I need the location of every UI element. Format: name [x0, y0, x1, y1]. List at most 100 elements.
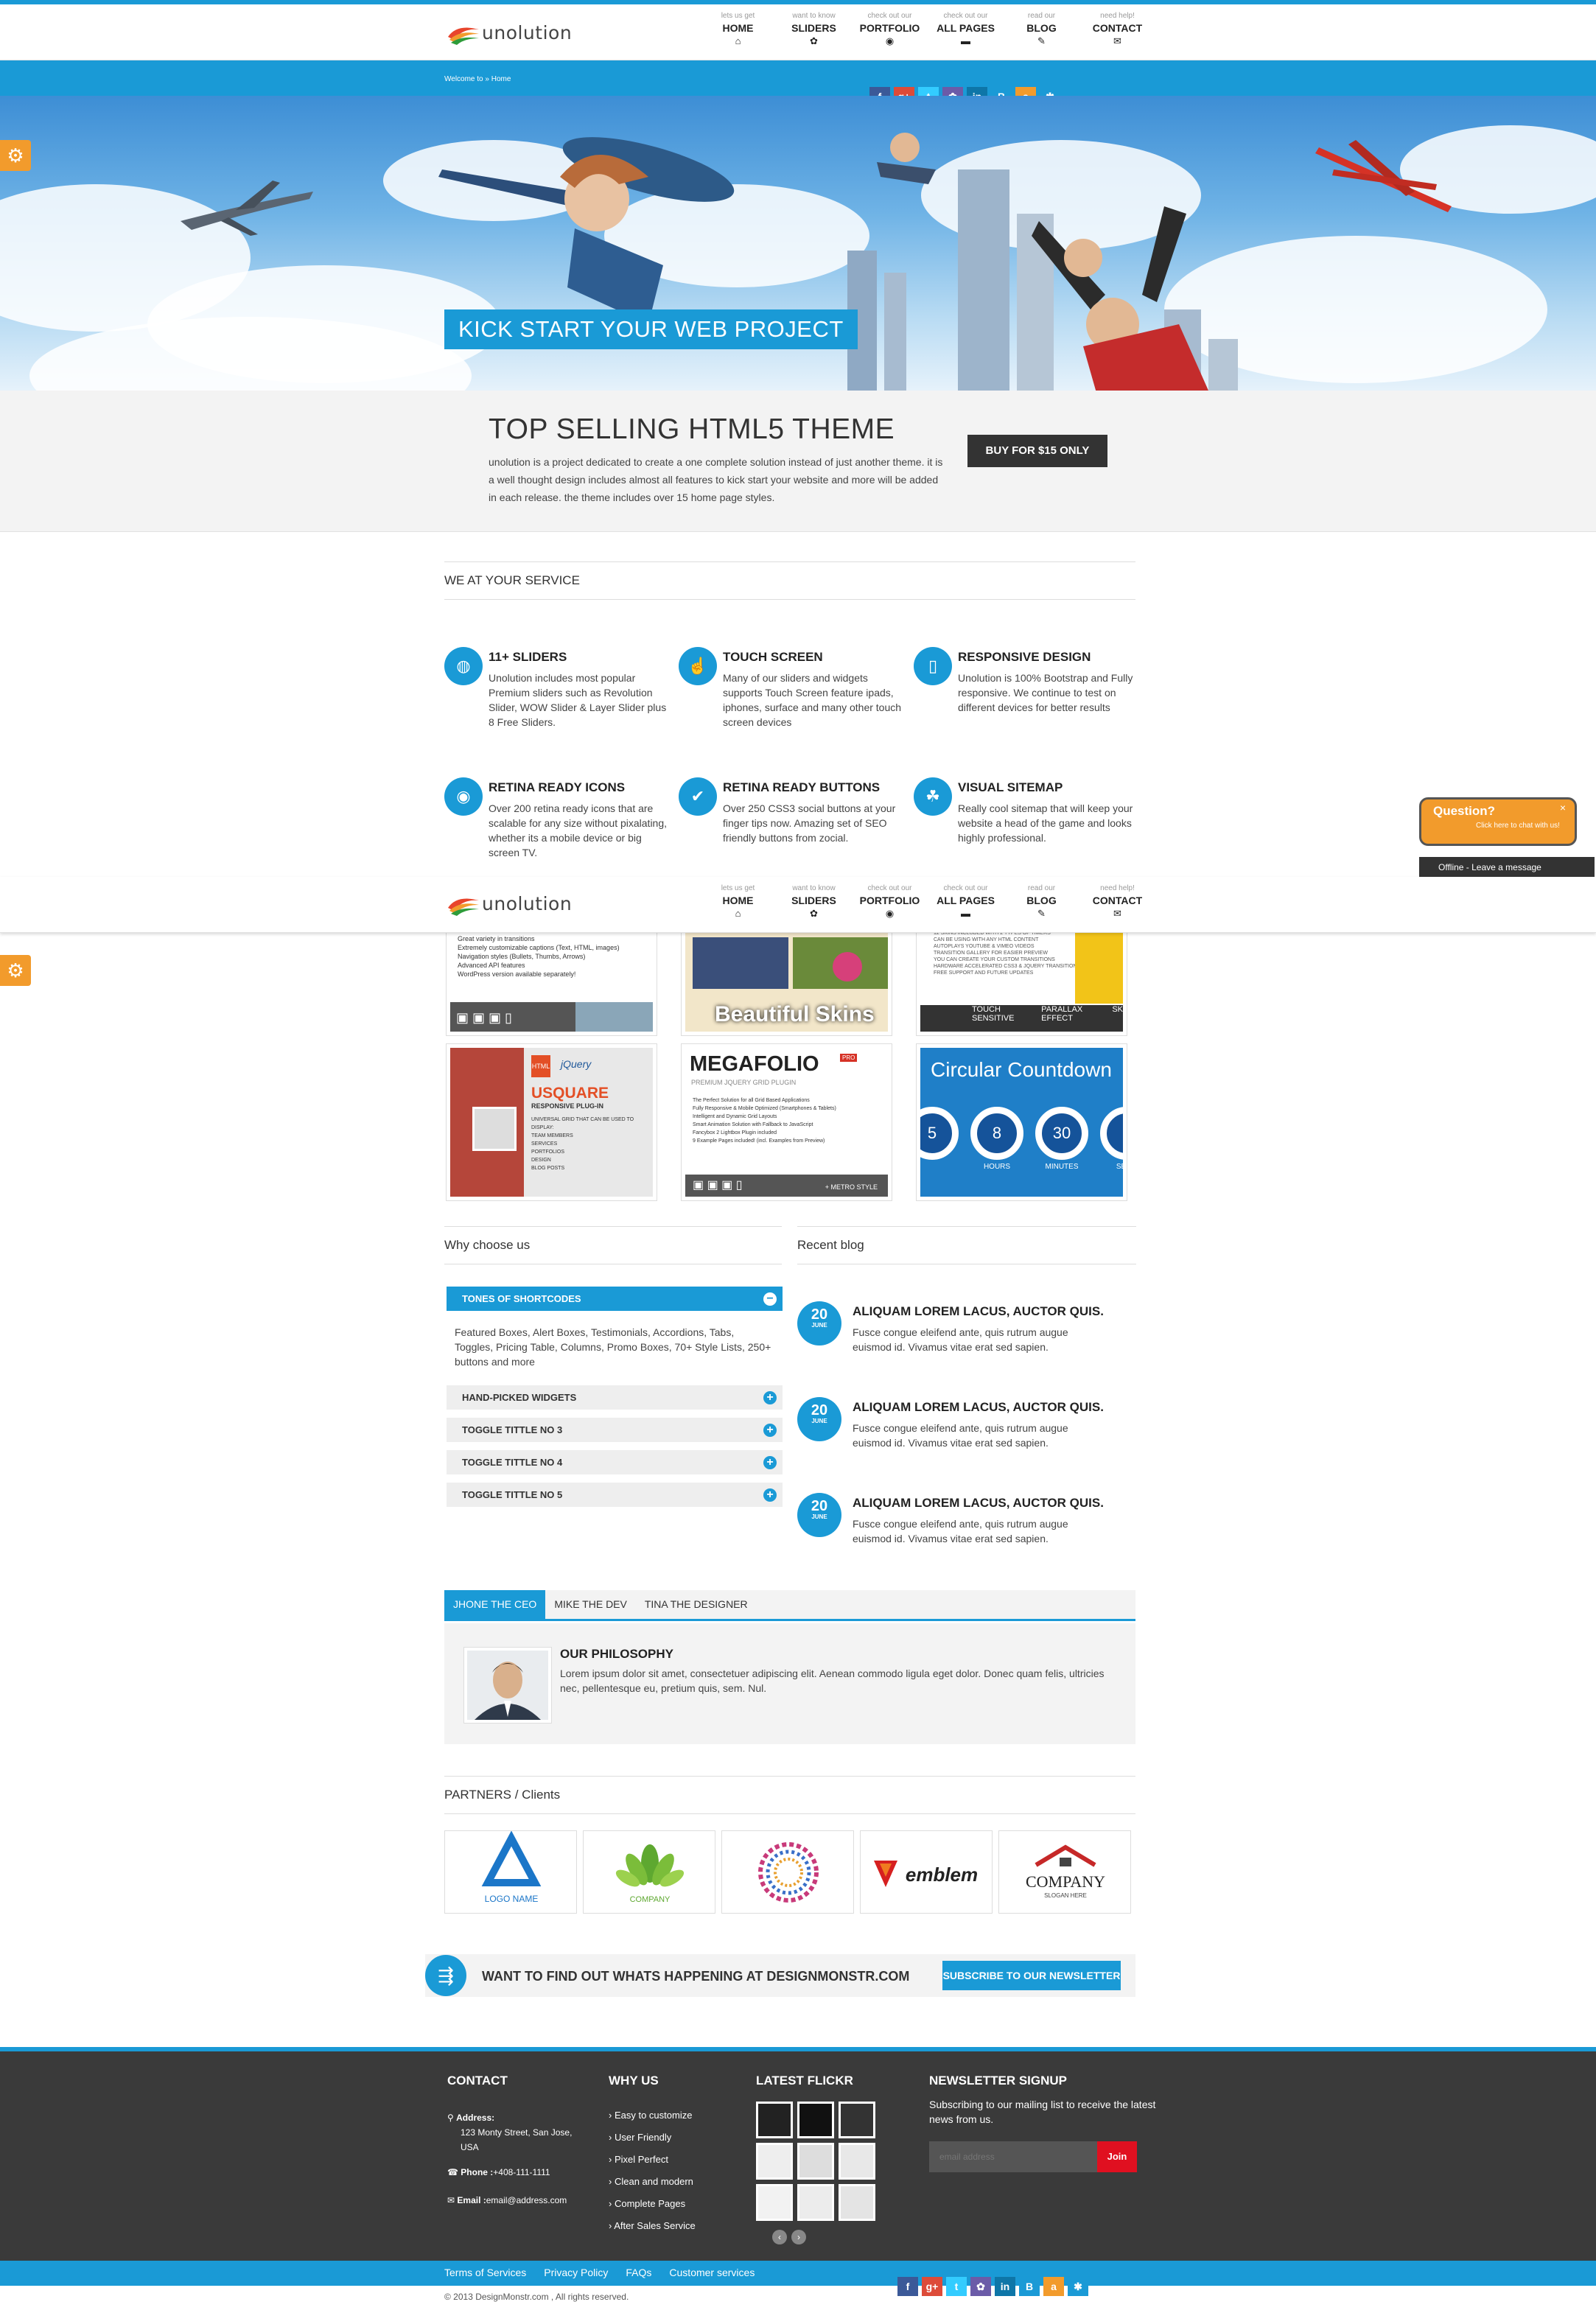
settings-icon[interactable]: ✱ [1068, 2277, 1088, 2296]
footer-link[interactable]: › User Friendly [609, 2127, 696, 2149]
partner-logo[interactable]: COMPANY SLOGAN HERE [998, 1830, 1131, 1914]
accordion-title: TONES OF SHORTCODES [462, 1293, 581, 1304]
email-field[interactable] [929, 2141, 1097, 2172]
flickr-thumb[interactable] [797, 2102, 834, 2138]
nav-item-blog[interactable]: read our BLOG ✎ [1004, 884, 1079, 921]
flickr-thumb[interactable] [756, 2102, 793, 2138]
facebook-icon[interactable]: f [897, 2277, 918, 2296]
breadcrumb: Welcome to » Home [444, 75, 511, 83]
portfolio-item[interactable]: Beautiful Skins [681, 933, 892, 1036]
portfolio-text-line: Extremely customizable captions (Text, H… [458, 944, 620, 951]
style-switcher-gear-icon[interactable]: ⚙ [0, 955, 31, 986]
site-logo[interactable]: unolution [447, 21, 572, 47]
accordion-toggle[interactable]: HAND-PICKED WIDGETS + [447, 1385, 783, 1410]
share-icon: ⇶ [425, 1955, 466, 1996]
twitter-icon[interactable]: t [946, 2277, 967, 2296]
nav-item-home[interactable]: lets us get HOME ⌂ [700, 12, 776, 49]
accordion-title: TOGGLE TITTLE NO 3 [462, 1424, 563, 1435]
nav-item-all-pages[interactable]: check out our ALL PAGES ▬ [928, 884, 1004, 921]
portfolio-item[interactable]: MEGAFOLIO PRO PREMIUM JQUERY GRID PLUGIN… [681, 1043, 892, 1201]
flickr-thumb[interactable] [797, 2143, 834, 2180]
bottom-link[interactable]: Customer services [669, 2267, 755, 2278]
service-title: VISUAL SITEMAP [958, 780, 1063, 794]
google-plus-icon[interactable]: g+ [922, 2277, 942, 2296]
bottom-bar: Terms of Services Privacy Policy FAQs Custo… [0, 2261, 1596, 2296]
footer-link[interactable]: › Easy to customize [609, 2104, 696, 2127]
blogger-icon[interactable]: B [1019, 2277, 1040, 2296]
footer-link[interactable]: › Clean and modern [609, 2171, 696, 2193]
svg-text:emblem: emblem [906, 1864, 978, 1886]
nav-subtitle: lets us get [721, 884, 755, 892]
flickr-thumb[interactable] [756, 2143, 793, 2180]
footer-link[interactable]: › Complete Pages [609, 2193, 696, 2215]
accordion-toggle[interactable]: TOGGLE TITTLE NO 5 + [447, 1483, 783, 1507]
nav-item-sliders[interactable]: want to know SLIDERS ✿ [776, 12, 852, 49]
subscribe-button[interactable]: SUBSCRIBE TO OUR NEWSLETTER [942, 1961, 1121, 1990]
flickr-thumb[interactable] [756, 2184, 793, 2221]
flickr-thumb[interactable] [839, 2184, 875, 2221]
accordion-toggle[interactable]: TOGGLE TITTLE NO 3 + [447, 1418, 783, 1442]
flickr-icon[interactable]: ✿ [970, 2277, 991, 2296]
linkedin-icon[interactable]: in [995, 2277, 1015, 2296]
nav-item-blog[interactable]: read our BLOG ✎ [1004, 12, 1079, 49]
tab-mike-the-dev[interactable]: MIKE THE DEV [545, 1590, 636, 1619]
nav-item-contact[interactable]: need help! CONTACT ✉ [1079, 12, 1155, 49]
nav-icon: ✎ [1037, 35, 1046, 46]
chat-widget[interactable]: Question? Click here to chat with us! × [1419, 797, 1577, 846]
buy-button[interactable]: BUY FOR $15 ONLY [967, 435, 1107, 467]
accordion-open[interactable]: TONES OF SHORTCODES − [447, 1287, 783, 1311]
portfolio-item[interactable]: 12 SKINS INCLUDED WITH 2 TYPES OF TIMERS… [916, 933, 1127, 1036]
portfolio-item[interactable]: Circular Countdown 58HOURS30MINUTES1SECO [916, 1043, 1127, 1201]
nav-item-sliders[interactable]: want to know SLIDERS ✿ [776, 884, 852, 921]
nav-item-portfolio[interactable]: check out our PORTFOLIO ◉ [852, 12, 928, 49]
nav-item-all-pages[interactable]: check out our ALL PAGES ▬ [928, 12, 1004, 49]
portfolio-row-2: HTML 5 jQuery USQUARE RESPONSIVE PLUG-IN… [446, 1043, 1137, 1207]
bullet-icon: › [609, 2198, 615, 2209]
footer-link[interactable]: › Pixel Perfect [609, 2149, 696, 2171]
team-text: Lorem ipsum dolor sit amet, consectetuer… [560, 1668, 1105, 1694]
portfolio-text-line: Advanced API features [458, 962, 525, 969]
bottom-link[interactable]: Privacy Policy [544, 2267, 608, 2278]
blog-post[interactable]: 20 JUNE ALIQUAM LOREM LACUS, AUCTOR QUIS. F… [797, 1397, 1136, 1478]
footer-link[interactable]: › After Sales Service [609, 2215, 696, 2237]
blog-post[interactable]: 20 JUNE ALIQUAM LOREM LACUS, AUCTOR QUIS. F… [797, 1301, 1136, 1382]
partner-logo[interactable]: COMPANY [583, 1830, 715, 1914]
device-icons: ▣ ▣ ▣ ▯ [456, 1010, 512, 1025]
newsletter-text: WANT TO FIND OUT WHATS HAPPENING AT DESI… [482, 1969, 910, 1984]
partner-logo[interactable] [721, 1830, 854, 1914]
flickr-thumb[interactable] [797, 2184, 834, 2221]
bottom-link[interactable]: Terms of Services [444, 2267, 526, 2278]
service-text: Unolution is 100% Bootstrap and Fully re… [958, 672, 1133, 713]
partner-logo[interactable]: emblem [860, 1830, 993, 1914]
flickr-thumb[interactable] [839, 2143, 875, 2180]
svg-text:LOGO NAME: LOGO NAME [485, 1894, 539, 1904]
close-icon[interactable]: × [1560, 802, 1566, 813]
prev-icon[interactable]: ‹ [772, 2230, 787, 2244]
amazon-icon[interactable]: a [1043, 2277, 1064, 2296]
nav-item-contact[interactable]: need help! CONTACT ✉ [1079, 884, 1155, 921]
tab-jhone-the-ceo[interactable]: JHONE THE CEO [444, 1590, 546, 1619]
nav-item-home[interactable]: lets us get HOME ⌂ [700, 884, 776, 921]
footer-contact-heading: CONTACT [447, 2074, 508, 2088]
flickr-thumb[interactable] [839, 2102, 875, 2138]
portfolio-item[interactable]: Great variety in transitions Extremely cu… [446, 933, 657, 1036]
tab-tina-the-designer[interactable]: TINA THE DESIGNER [636, 1590, 757, 1619]
service-item: ▯ RESPONSIVE DESIGN Unolution is 100% Boot… [914, 647, 1148, 772]
nav-label: HOME [722, 895, 754, 906]
site-logo[interactable]: unolution [447, 892, 572, 918]
next-icon[interactable]: › [791, 2230, 806, 2244]
accordion-toggle[interactable]: TOGGLE TITTLE NO 4 + [447, 1450, 783, 1474]
portfolio-text-line: SERVICES [531, 1141, 558, 1147]
nav-item-portfolio[interactable]: check out our PORTFOLIO ◉ [852, 884, 928, 921]
bottom-link[interactable]: FAQs [626, 2267, 651, 2278]
portfolio-text-line: Intelligent and Dynamic Grid Layouts [693, 1114, 777, 1119]
blog-post[interactable]: 20 JUNE ALIQUAM LOREM LACUS, AUCTOR QUIS. F… [797, 1493, 1136, 1574]
portfolio-item[interactable]: HTML 5 jQuery USQUARE RESPONSIVE PLUG-IN… [446, 1043, 657, 1201]
nav-icon: ◉ [885, 908, 895, 919]
partner-logo[interactable]: LOGO NAME [444, 1830, 577, 1914]
hero-caption: KICK START YOUR WEB PROJECT [444, 309, 858, 349]
chat-offline-bar[interactable]: Offline - Leave a message [1419, 857, 1595, 878]
bottom-links: Terms of Services Privacy Policy FAQs Custo… [444, 2267, 755, 2278]
style-switcher-gear-icon[interactable]: ⚙ [0, 140, 31, 171]
join-button[interactable]: Join [1097, 2141, 1137, 2172]
